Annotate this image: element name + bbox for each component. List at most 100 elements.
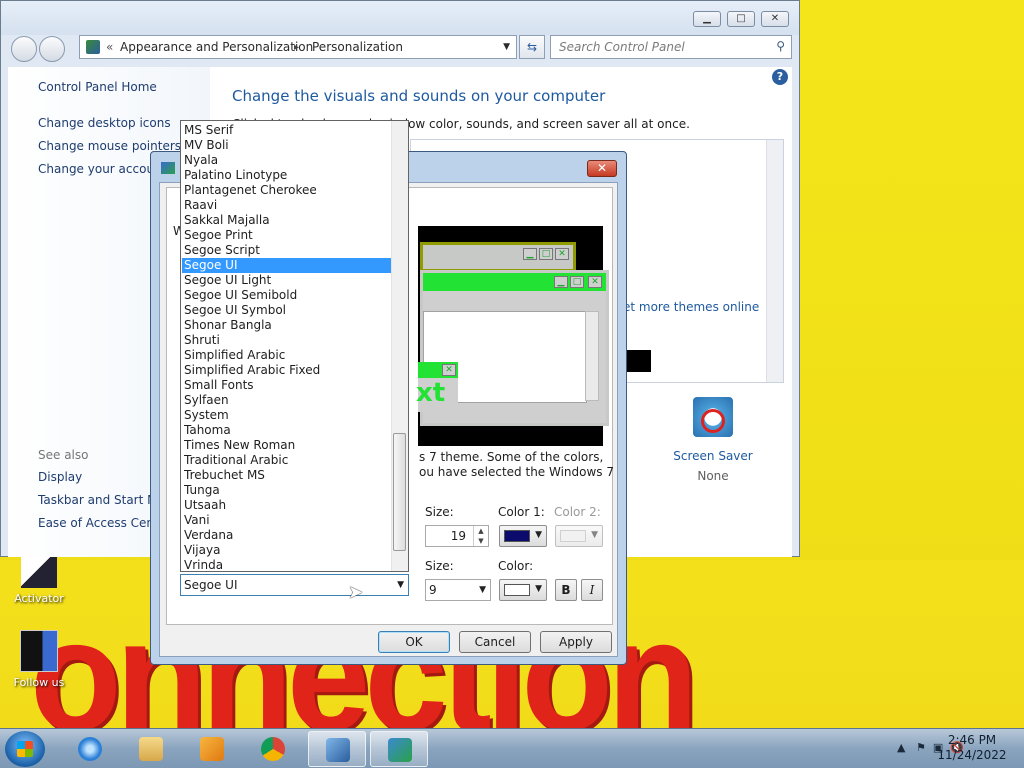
- sidebar-link-account[interactable]: Change your account: [38, 162, 166, 176]
- show-hidden-icons-icon[interactable]: ▲: [897, 741, 905, 754]
- see-also-heading: See also: [38, 448, 89, 462]
- stepper-arrows-icon[interactable]: ▲ ▼: [473, 526, 488, 546]
- font-select[interactable]: Segoe UI ▼: [180, 574, 409, 596]
- ok-button[interactable]: OK: [378, 631, 450, 653]
- font-color-picker[interactable]: ▼: [499, 579, 547, 601]
- font-option[interactable]: Nyala: [182, 153, 391, 168]
- minimize-button[interactable]: ▁: [693, 11, 721, 27]
- back-button[interactable]: [11, 36, 37, 62]
- chevron-down-icon[interactable]: ▼: [397, 580, 404, 590]
- more-themes-link[interactable]: et more themes online: [623, 300, 759, 314]
- taskbar-personalization[interactable]: [370, 731, 428, 767]
- theme-thumbnail[interactable]: [625, 350, 651, 372]
- address-bar[interactable]: « Appearance and Personalization ▸ Perso…: [79, 35, 517, 59]
- refresh-icon[interactable]: ⇆: [519, 35, 545, 59]
- navigation-bar: « Appearance and Personalization ▸ Perso…: [1, 35, 799, 65]
- sidebar-link-display[interactable]: Display: [38, 470, 82, 484]
- sidebar-link-control-panel-home[interactable]: Control Panel Home: [38, 80, 157, 94]
- forward-button[interactable]: [39, 36, 65, 62]
- windows-logo-icon: [17, 741, 33, 757]
- font-option[interactable]: Raavi: [182, 198, 391, 213]
- color1-picker[interactable]: ▼: [499, 525, 547, 547]
- font-option[interactable]: Tahoma: [182, 423, 391, 438]
- theme-note-line-2: ou have selected the Windows 7: [419, 465, 615, 479]
- personalization-icon: [388, 738, 412, 762]
- font-option[interactable]: Plantagenet Cherokee: [182, 183, 391, 198]
- screen-saver-label: Screen Saver: [673, 449, 753, 463]
- theme-scrollbar[interactable]: [766, 140, 783, 382]
- scrollbar-thumb[interactable]: [393, 433, 406, 551]
- font-option[interactable]: Traditional Arabic: [182, 453, 391, 468]
- font-option[interactable]: Palatino Linotype: [182, 168, 391, 183]
- desktop-icon-follow-us[interactable]: Follow us: [4, 630, 74, 689]
- taskbar-internet-explorer[interactable]: [61, 731, 119, 767]
- apply-button[interactable]: Apply: [540, 631, 612, 653]
- search-input[interactable]: Search Control Panel ⚲: [550, 35, 792, 59]
- font-option[interactable]: MV Boli: [182, 138, 391, 153]
- flag-icon[interactable]: ⚑: [916, 741, 926, 754]
- chevron-down-icon: ▼: [479, 585, 486, 595]
- font-option[interactable]: Segoe UI Symbol: [182, 303, 391, 318]
- font-option[interactable]: Vani: [182, 513, 391, 528]
- font-option-selected[interactable]: Segoe UI: [182, 258, 391, 273]
- font-option[interactable]: Times New Roman: [182, 438, 391, 453]
- address-dropdown-icon[interactable]: ▼: [503, 42, 510, 52]
- appearance-preview[interactable]: ▁ □ ✕ ▁ □ ✕ ✕ xt: [416, 226, 609, 446]
- dialog-close-button[interactable]: ✕: [587, 160, 617, 177]
- desktop-icon-label: Activator: [14, 592, 64, 605]
- font-option[interactable]: Utsaah: [182, 498, 391, 513]
- taskbar-chrome[interactable]: [244, 731, 302, 767]
- font-dropdown-list[interactable]: MS Serif MV Boli Nyala Palatino Linotype…: [180, 120, 409, 572]
- font-option[interactable]: Sylfaen: [182, 393, 391, 408]
- font-size-value: 9: [429, 583, 437, 597]
- taskbar-clock[interactable]: 2:46 PM 11/24/2022: [930, 733, 1014, 763]
- font-option[interactable]: Simplified Arabic Fixed: [182, 363, 391, 378]
- breadcrumb-personalization[interactable]: Personalization: [312, 40, 403, 54]
- font-option[interactable]: Sakkal Majalla: [182, 213, 391, 228]
- search-icon[interactable]: ⚲: [776, 39, 785, 53]
- font-option[interactable]: MS Serif: [182, 123, 391, 138]
- breadcrumb-appearance[interactable]: Appearance and Personalization: [120, 40, 313, 54]
- close-button[interactable]: ✕: [761, 11, 789, 27]
- mouse-cursor-icon: ➤: [348, 582, 364, 603]
- font-option[interactable]: Simplified Arabic: [182, 348, 391, 363]
- font-option[interactable]: Segoe UI Semibold: [182, 288, 391, 303]
- taskbar-file-explorer[interactable]: [122, 731, 180, 767]
- sidebar-link-desktop-icons[interactable]: Change desktop icons: [38, 116, 171, 130]
- font-option[interactable]: Segoe UI Light: [182, 273, 391, 288]
- bold-button[interactable]: B: [555, 579, 577, 601]
- font-option[interactable]: Tunga: [182, 483, 391, 498]
- taskbar-media-player[interactable]: [183, 731, 241, 767]
- font-option[interactable]: Vrinda: [182, 558, 391, 571]
- font-option[interactable]: Shonar Bangla: [182, 318, 391, 333]
- color2-picker[interactable]: ▼: [555, 525, 603, 547]
- screen-saver-setting[interactable]: Screen Saver None: [668, 397, 758, 483]
- taskbar-control-panel[interactable]: [308, 731, 366, 767]
- font-option[interactable]: Segoe Script: [182, 243, 391, 258]
- maximize-button[interactable]: □: [727, 11, 755, 27]
- address-separator: «: [106, 40, 114, 54]
- font-option[interactable]: Trebuchet MS: [182, 468, 391, 483]
- item-size-value: 19: [450, 529, 466, 543]
- control-panel-icon: [326, 738, 350, 762]
- font-option[interactable]: Vijaya: [182, 543, 391, 558]
- start-button[interactable]: [5, 731, 45, 767]
- italic-button[interactable]: I: [581, 579, 603, 601]
- font-option[interactable]: Segoe Print: [182, 228, 391, 243]
- font-option[interactable]: Small Fonts: [182, 378, 391, 393]
- cancel-button[interactable]: Cancel: [459, 631, 531, 653]
- font-option[interactable]: Shruti: [182, 333, 391, 348]
- font-option[interactable]: System: [182, 408, 391, 423]
- font-list-scrollbar[interactable]: [391, 121, 408, 571]
- preview-inactive-window: ▁ □ ✕: [420, 242, 576, 272]
- media-player-icon: [200, 737, 224, 761]
- breadcrumb-arrow-icon[interactable]: ▸: [294, 42, 299, 53]
- dialog-icon: [161, 162, 175, 174]
- font-size-select[interactable]: 9 ▼: [425, 579, 491, 601]
- item-size-stepper[interactable]: 19 ▲ ▼: [425, 525, 489, 547]
- font-color-label: Color:: [498, 559, 534, 573]
- chevron-down-icon: ▼: [535, 530, 542, 540]
- font-option[interactable]: Verdana: [182, 528, 391, 543]
- sidebar-link-taskbar[interactable]: Taskbar and Start Me: [38, 493, 165, 507]
- help-icon[interactable]: ?: [772, 69, 788, 85]
